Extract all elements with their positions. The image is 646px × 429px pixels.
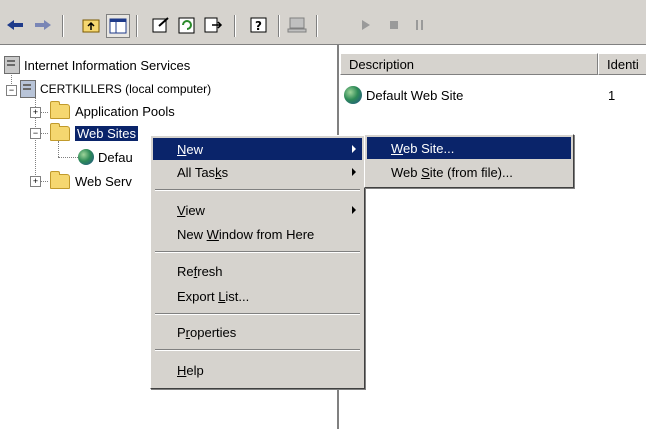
menu-item-label: All Tasks	[177, 164, 229, 180]
properties-icon[interactable]	[150, 14, 172, 36]
refresh-icon[interactable]	[176, 14, 198, 36]
menu-item-label: New Window from Here	[177, 226, 315, 242]
menu-separator	[155, 313, 360, 315]
submenu-arrow-icon	[352, 168, 356, 176]
tree-item-application-pools[interactable]: Application Pools	[50, 100, 175, 121]
collapse-icon[interactable]: −	[6, 85, 17, 96]
menu-item-label: Properties	[177, 324, 237, 340]
toolbar: ?	[0, 6, 646, 45]
menu-item-web-site-from-file[interactable]: Web Site (from file)...	[367, 161, 571, 183]
menu-item-label: View	[177, 202, 205, 218]
menu-item-refresh[interactable]: Refresh	[153, 260, 362, 282]
menu-item-label: Help	[177, 362, 204, 378]
column-header-identifier[interactable]: Identi	[598, 53, 646, 75]
tree-item-label: Internet Information Services	[24, 57, 191, 73]
menu-separator	[155, 189, 360, 191]
export-list-icon[interactable]	[202, 14, 224, 36]
help-icon[interactable]: ?	[248, 14, 270, 36]
folder-icon	[50, 170, 70, 189]
menu-item-web-site[interactable]: Web Site...	[367, 137, 571, 159]
server-icon[interactable]	[286, 14, 308, 36]
tree-item-label: CERTKILLERS (local computer)	[40, 82, 212, 96]
list-item[interactable]: Default Web Site 1	[344, 85, 644, 105]
tree-item-web-service-extensions[interactable]: Web Serv	[50, 170, 132, 191]
toolbar-separator	[316, 15, 318, 37]
stop-icon[interactable]	[386, 14, 402, 36]
menu-item-label: Web Site...	[391, 140, 455, 156]
menu-separator	[155, 251, 360, 253]
menu-separator	[155, 349, 360, 351]
expand-icon[interactable]: +	[30, 107, 41, 118]
menu-item-label: Web Site (from file)...	[391, 164, 513, 180]
tree-item-label: Web Sites	[75, 125, 139, 141]
toolbar-separator	[234, 15, 236, 37]
list-item-description: Default Web Site	[366, 87, 464, 103]
tree-item-computer[interactable]: CERTKILLERS (local computer)	[20, 79, 211, 99]
tree-connector	[58, 141, 59, 157]
play-icon[interactable]	[358, 14, 374, 36]
column-header-description[interactable]: Description	[340, 53, 598, 75]
up-folder-icon[interactable]	[80, 14, 102, 36]
tree-item-web-sites[interactable]: Web Sites	[50, 122, 139, 143]
menu-item-help[interactable]: Help	[153, 359, 362, 381]
tree-item-label: Application Pools	[75, 103, 175, 119]
menu-item-export-list[interactable]: Export List...	[153, 285, 362, 307]
iis-root-icon	[4, 56, 20, 74]
menu-item-new-window[interactable]: New Window from Here	[153, 223, 362, 245]
globe-icon	[78, 149, 94, 165]
computer-icon	[20, 80, 36, 98]
collapse-icon[interactable]: −	[30, 128, 41, 139]
show-hide-tree-icon[interactable]	[106, 14, 130, 38]
tree-item-default-web-site[interactable]: Defau	[78, 147, 133, 167]
tree-connector	[40, 112, 48, 113]
list-pane[interactable]: Description Identi Default Web Site 1	[340, 45, 646, 429]
menu-item-view[interactable]: View	[153, 199, 362, 221]
tree-connector	[58, 157, 78, 158]
forward-arrow-icon[interactable]	[32, 14, 54, 36]
back-arrow-icon[interactable]	[4, 14, 26, 36]
menu-item-all-tasks[interactable]: All Tasks	[153, 161, 362, 183]
tree-connector	[40, 133, 48, 134]
menu-item-properties[interactable]: Properties	[153, 321, 362, 343]
toolbar-separator	[136, 15, 138, 37]
menu-item-new[interactable]: New	[153, 138, 362, 160]
menu-item-label: Refresh	[177, 263, 223, 279]
tree-item-label: Defau	[98, 149, 133, 165]
context-menu: New All Tasks View New Window from Here …	[150, 135, 365, 389]
tree-item-iis-root[interactable]: Internet Information Services	[4, 55, 190, 75]
pause-icon[interactable]	[412, 14, 428, 36]
menu-item-label: New	[177, 141, 204, 157]
toolbar-separator	[62, 15, 64, 37]
list-item-identifier: 1	[608, 87, 616, 103]
svg-text:?: ?	[255, 19, 262, 33]
toolbar-separator	[278, 15, 280, 37]
tree-item-label: Web Serv	[75, 173, 132, 189]
submenu-arrow-icon	[352, 145, 356, 153]
menu-item-label: Export List...	[177, 288, 250, 304]
submenu-arrow-icon	[352, 206, 356, 214]
tree-connector	[40, 181, 48, 182]
list-header: Description Identi	[340, 53, 646, 75]
folder-icon	[50, 122, 70, 141]
expand-icon[interactable]: +	[30, 176, 41, 187]
submenu-new: Web Site... Web Site (from file)...	[364, 134, 574, 188]
folder-icon	[50, 100, 70, 119]
globe-icon	[344, 86, 362, 104]
